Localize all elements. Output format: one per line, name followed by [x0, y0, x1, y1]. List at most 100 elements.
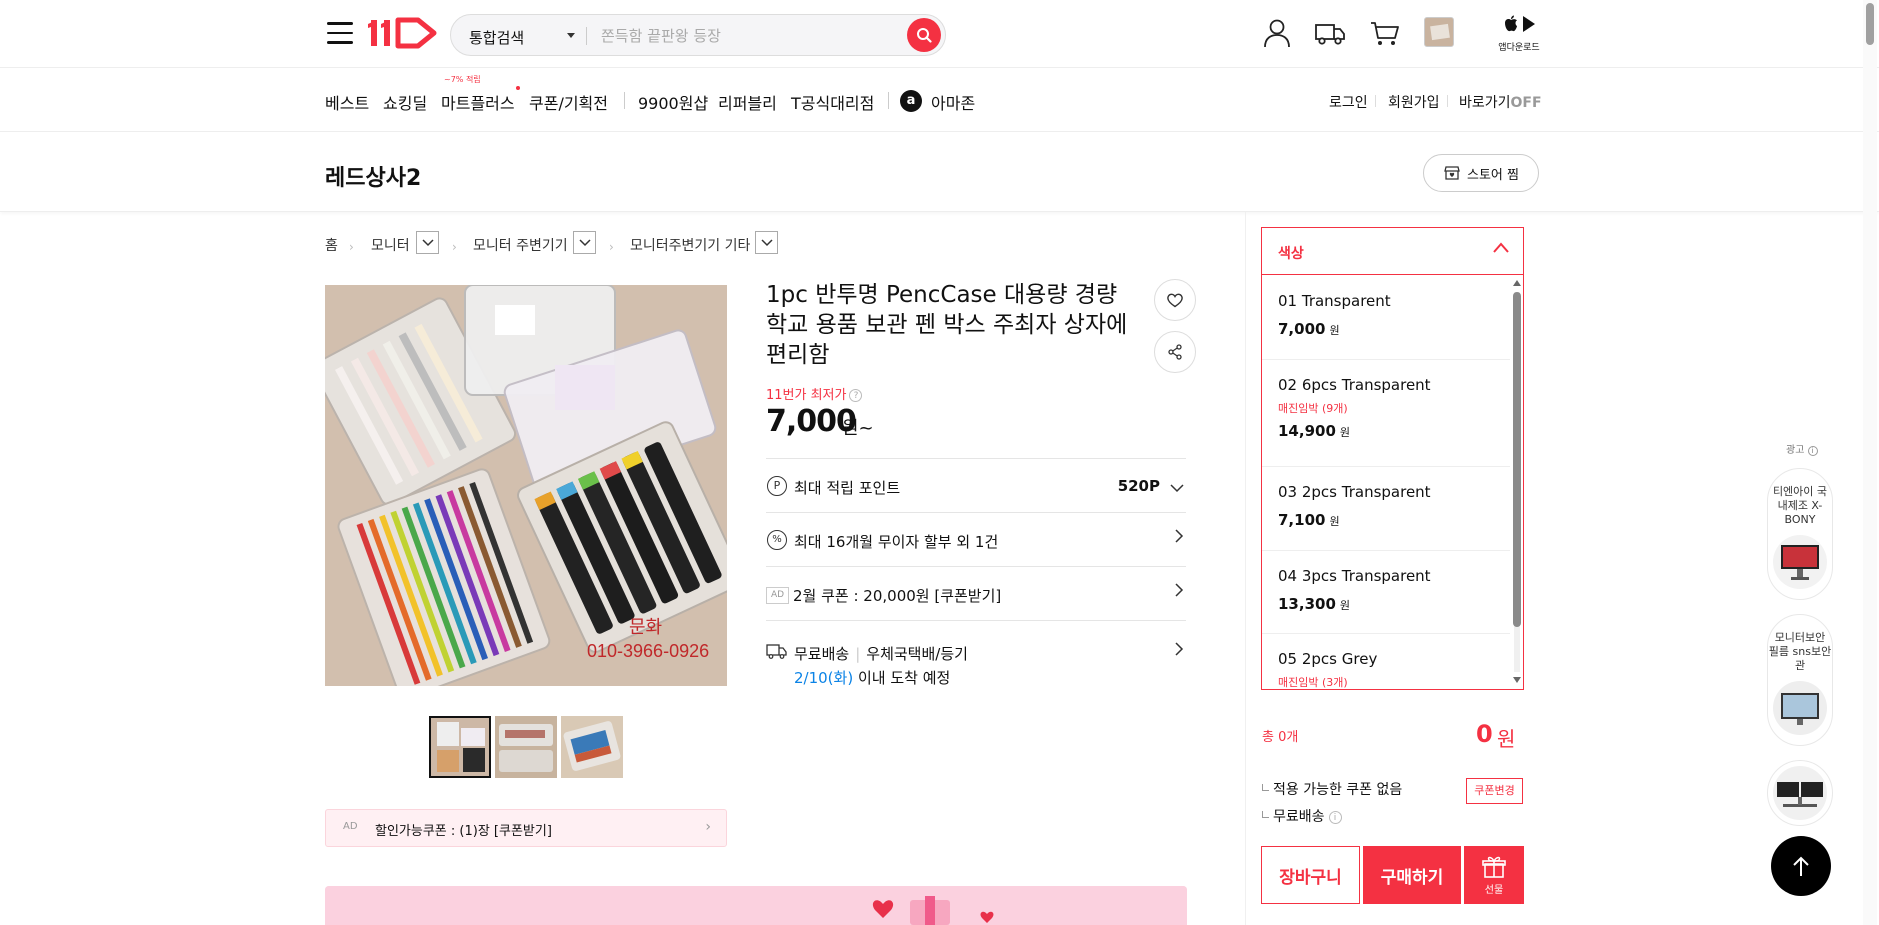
chevron-right-icon: › — [452, 240, 457, 254]
chevron-down-icon — [1170, 479, 1184, 497]
login-link[interactable]: 로그인 — [1329, 92, 1368, 112]
breadcrumb-monitor-accessory-etc[interactable]: 모니터주변기기 기타 — [630, 235, 750, 255]
search-input[interactable] — [601, 24, 891, 48]
ad-card-text: 티엔아이 국내제조 X-BONY — [1772, 485, 1828, 526]
store-heart-icon — [1444, 166, 1460, 180]
nav-mart-plus[interactable]: 마트플러스 — [441, 90, 515, 114]
11st-logo[interactable] — [368, 14, 440, 52]
store-like-label: 스토어 찜 — [1467, 167, 1519, 183]
breadcrumb-monitor[interactable]: 모니터 — [371, 235, 410, 255]
scroll-to-top-button[interactable] — [1771, 836, 1831, 896]
breadcrumb-dropdown[interactable] — [416, 231, 439, 254]
scroll-up-arrow[interactable] — [1513, 280, 1521, 286]
page-scrollbar[interactable] — [1863, 0, 1877, 925]
add-to-cart-button[interactable]: 장바구니 — [1261, 846, 1360, 904]
breadcrumb-monitor-accessory[interactable]: 모니터 주변기기 — [473, 235, 568, 255]
recent-item-thumbnail[interactable] — [1424, 17, 1454, 47]
chevron-up-icon[interactable] — [1493, 240, 1509, 256]
option-price: 14,900 원 — [1278, 422, 1494, 440]
page-scroll-thumb[interactable] — [1866, 3, 1874, 45]
thumbnail-2[interactable] — [495, 716, 557, 778]
dual-monitor-image — [1773, 766, 1827, 820]
delivery-suffix: 이내 도착 예정 — [857, 669, 951, 687]
divider — [1447, 95, 1448, 107]
ad-label: 광고 i — [1786, 441, 1818, 456]
nav-amazon[interactable]: 아마존 — [931, 90, 975, 114]
option-item[interactable]: 05 2pcs Grey 매진임박 (3개) — [1262, 634, 1510, 689]
points-row[interactable]: P 최대 적립 포인트 520P — [766, 458, 1186, 512]
nav-coupon-event[interactable]: 쿠폰/기획전 — [529, 90, 608, 114]
discount-coupon-bar[interactable]: AD 할인가능쿠폰 : (1)장 [쿠폰받기] › — [325, 809, 727, 847]
option-item[interactable]: 03 2pcs Transparent 7,100 원 — [1262, 467, 1510, 551]
scroll-thumb[interactable] — [1513, 292, 1521, 627]
promo-banner[interactable] — [325, 886, 1187, 925]
nav-refurbly[interactable]: 리퍼블리 — [718, 90, 777, 114]
monitor-product-image — [1773, 535, 1827, 589]
option-stock-warning: 매진임박 (3개) — [1278, 676, 1348, 689]
delivery-truck-icon[interactable] — [1313, 16, 1347, 50]
option-price-unit: 원 — [1339, 426, 1351, 439]
wishlist-button[interactable] — [1154, 279, 1196, 321]
chevron-down-icon[interactable] — [567, 33, 575, 38]
thumbnail-1[interactable] — [429, 716, 491, 778]
app-download-label: 앱다운로드 — [1498, 43, 1540, 53]
info-icon[interactable]: i — [1807, 446, 1818, 456]
search-scope-select[interactable]: 통합검색 — [469, 27, 524, 48]
lowest-price-label: 11번가 최저가? — [766, 384, 863, 403]
option-header[interactable]: 색상 — [1262, 228, 1523, 275]
store-name[interactable]: 레드상사2 — [325, 160, 421, 192]
coupon-row[interactable]: AD 2월 쿠폰 : 20,000원 [쿠폰받기] — [766, 566, 1186, 620]
installment-row[interactable]: % 최대 16개월 무이자 할부 외 1건 — [766, 512, 1186, 566]
divider: | — [855, 645, 861, 663]
nav-best[interactable]: 베스트 — [325, 90, 369, 114]
menu-icon[interactable] — [327, 22, 353, 44]
pencil-case-photo: 문화 010-3966-0926 — [325, 285, 727, 686]
total-count: 총 0개 — [1262, 730, 1299, 745]
category-nav: 베스트 쇼킹딜 ~7% 적립 마트플러스 쿠폰/기획전 9900원샵 리퍼블리 … — [0, 68, 1879, 132]
user-icon[interactable] — [1260, 16, 1294, 50]
option-price-unit: 원 — [1329, 324, 1340, 337]
ad-card-image — [1773, 535, 1827, 589]
nav-t-official[interactable]: T공식대리점 — [791, 90, 874, 114]
option-scrollbar[interactable] — [1513, 280, 1521, 683]
signup-link[interactable]: 회원가입 — [1388, 92, 1440, 112]
breadcrumb-dropdown[interactable] — [755, 231, 778, 254]
total-price-unit: 원 — [1497, 727, 1516, 751]
option-item[interactable]: 04 3pcs Transparent 13,300 원 — [1262, 551, 1510, 634]
store-like-button[interactable]: 스토어 찜 — [1423, 154, 1539, 192]
ad-card-image — [1773, 766, 1827, 820]
thumbnail-3[interactable] — [561, 716, 623, 778]
coupon-change-button[interactable]: 쿠폰변경 — [1466, 778, 1523, 804]
indent-mark — [1262, 784, 1269, 791]
scroll-down-arrow[interactable] — [1513, 677, 1521, 683]
option-price: 13,300 원 — [1278, 595, 1494, 613]
ad-card-1[interactable]: 티엔아이 국내제조 X-BONY — [1767, 468, 1833, 600]
share-button[interactable] — [1154, 331, 1196, 373]
buy-now-button[interactable]: 구매하기 — [1363, 846, 1461, 904]
product-main-image[interactable]: 문화 010-3966-0926 — [325, 285, 727, 686]
breadcrumb-home[interactable]: 홈 — [325, 235, 338, 255]
breadcrumb-dropdown[interactable] — [573, 231, 596, 254]
chevron-down-icon — [578, 238, 591, 246]
nav-9900-shop[interactable]: 9900원샵 — [638, 90, 708, 114]
promo-banner-art — [325, 886, 1187, 925]
info-icon[interactable]: i — [1328, 811, 1342, 824]
cart-icon[interactable] — [1368, 16, 1402, 50]
gift-button[interactable]: 선물 — [1464, 846, 1524, 904]
installment-label: 최대 16개월 무이자 할부 외 1건 — [794, 533, 999, 551]
divider — [1375, 95, 1376, 107]
total-price: 0 — [1476, 720, 1493, 748]
option-item[interactable]: 02 6pcs Transparent 매진임박 (9개) 14,900 원 — [1262, 360, 1510, 467]
ad-card-3[interactable] — [1767, 760, 1833, 826]
lowest-price-text: 11번가 최저가 — [766, 388, 847, 403]
app-download[interactable]: 앱다운로드 — [1497, 14, 1541, 53]
shortcut-toggle[interactable]: 바로가기OFF — [1459, 92, 1542, 112]
nav-shocking-deal[interactable]: 쇼킹딜 — [383, 90, 427, 114]
ad-card-2[interactable]: 모니터보안 필름 sns보안관 — [1767, 614, 1833, 746]
search-button[interactable] — [907, 18, 941, 52]
privacy-film-image — [1773, 681, 1827, 735]
help-icon[interactable]: ? — [849, 389, 863, 402]
option-item[interactable]: 01 Transparent 7,000 원 — [1262, 276, 1510, 360]
option-name: 03 2pcs Transparent — [1278, 483, 1431, 501]
delivery-estimate: 2/10(화) 이내 도착 예정 — [794, 667, 950, 688]
